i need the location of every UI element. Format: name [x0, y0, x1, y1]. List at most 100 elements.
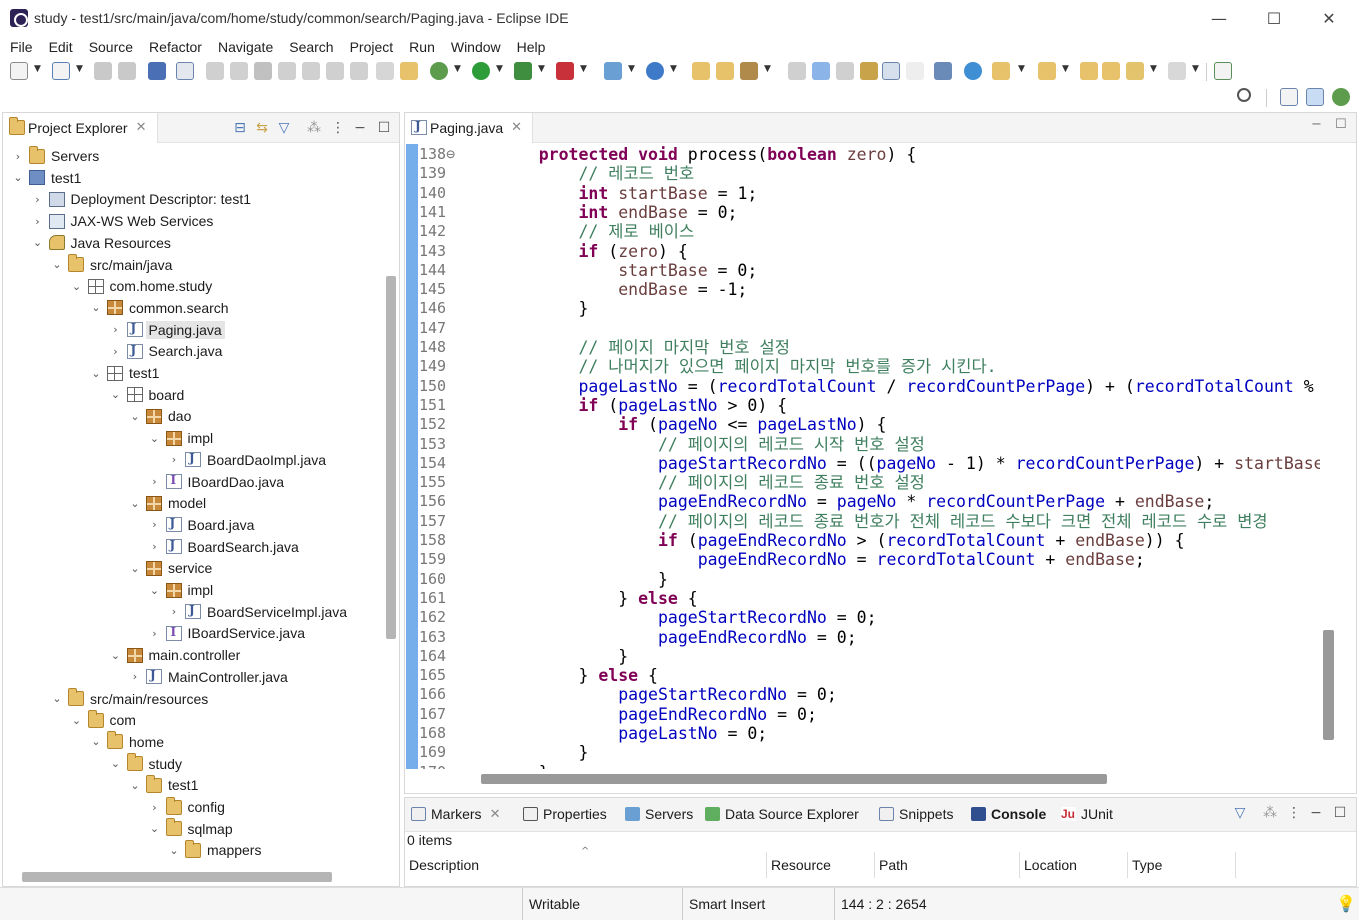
- code-line[interactable]: 157 // 페이지의 레코드 종료 번호가 전체 레코드 수보다 크면 전체 …: [405, 512, 1320, 531]
- tip-lightbulb-icon[interactable]: 💡: [1336, 894, 1356, 913]
- tree-item[interactable]: › Deployment Descriptor: test1: [31, 188, 255, 210]
- chevron-down-icon[interactable]: ⌄: [109, 388, 123, 401]
- code-line[interactable]: 149 // 나머지가 있으면 페이지 마지막 번호를 증가 시킨다.: [405, 357, 1320, 376]
- web-browser-icon[interactable]: [964, 62, 982, 80]
- chevron-down-icon[interactable]: ⌄: [148, 822, 162, 835]
- editor-vertical-scroll-thumb[interactable]: [1323, 630, 1334, 740]
- tree-item[interactable]: › IBoardService.java: [148, 622, 309, 644]
- run-icon[interactable]: [472, 62, 490, 80]
- external-tools-icon[interactable]: [556, 62, 574, 80]
- editor-horizontal-scroll-thumb[interactable]: [481, 774, 1107, 784]
- new-server-icon[interactable]: [604, 62, 622, 80]
- code-line[interactable]: 160 }: [405, 570, 1320, 589]
- tree-item[interactable]: › BoardDaoImpl.java: [167, 449, 329, 471]
- focus-icon[interactable]: ⁂: [305, 119, 323, 137]
- chevron-right-icon[interactable]: ›: [128, 670, 142, 683]
- code-text-area[interactable]: 138⊖ protected void process(boolean zero…: [405, 144, 1320, 769]
- column-type[interactable]: Type: [1128, 852, 1236, 878]
- chevron-down-icon[interactable]: ⌄: [128, 779, 142, 792]
- chevron-down-icon[interactable]: ⌄: [89, 367, 103, 380]
- new-java-class-dropdown-icon[interactable]: ▼: [670, 64, 677, 74]
- tab-junit[interactable]: Ju JUnit: [1061, 806, 1113, 822]
- chevron-right-icon[interactable]: ›: [31, 193, 45, 206]
- tree-item[interactable]: ⌄ Java Resources: [31, 232, 174, 254]
- pin-editor-icon[interactable]: [1214, 62, 1232, 80]
- menu-edit[interactable]: Edit: [49, 39, 73, 55]
- explorer-vertical-scroll-thumb[interactable]: [386, 276, 396, 639]
- code-line[interactable]: 144 startBase = 0;: [405, 261, 1320, 280]
- minimize-view-icon[interactable]: −: [351, 119, 369, 137]
- filter-icon[interactable]: ▽: [275, 119, 293, 137]
- tab-paging-java[interactable]: Paging.java ✕: [405, 112, 534, 143]
- menu-refactor[interactable]: Refactor: [149, 39, 202, 55]
- code-line[interactable]: 168 pageLastNo = 0;: [405, 724, 1320, 743]
- tab-snippets[interactable]: Snippets: [879, 806, 953, 822]
- close-icon[interactable]: ✕: [490, 807, 501, 822]
- tree-item[interactable]: ⌄ src/main/resources: [50, 688, 211, 710]
- chevron-down-icon[interactable]: ⌄: [50, 692, 64, 705]
- annotation-icon[interactable]: [788, 62, 806, 80]
- suspend-icon[interactable]: [230, 62, 248, 80]
- code-line[interactable]: 156 pageEndRecordNo = pageNo * recordCou…: [405, 492, 1320, 511]
- code-line[interactable]: 139 // 레코드 번호: [405, 164, 1320, 183]
- tree-item[interactable]: › Servers: [11, 145, 102, 167]
- code-line[interactable]: 141 int endBase = 0;: [405, 203, 1320, 222]
- forward-dropdown-icon[interactable]: ▼: [1192, 64, 1199, 74]
- forward-icon[interactable]: [1168, 62, 1186, 80]
- search-wand-icon[interactable]: [740, 62, 758, 80]
- tree-item[interactable]: › MainController.java: [128, 666, 291, 688]
- focus-icon[interactable]: ⁂: [1261, 804, 1279, 822]
- tree-item[interactable]: ⌄ common.search: [89, 297, 232, 319]
- chevron-down-icon[interactable]: ⌄: [128, 562, 142, 575]
- explorer-horizontal-scroll-thumb[interactable]: [22, 872, 332, 882]
- code-line[interactable]: 153 // 페이지의 레코드 시작 번호 설정: [405, 435, 1320, 454]
- mark-occurrences-icon[interactable]: [836, 62, 854, 80]
- tab-servers[interactable]: Servers: [625, 806, 693, 822]
- save-all-icon[interactable]: [118, 62, 136, 80]
- back-icon[interactable]: [1126, 62, 1144, 80]
- new-file-icon[interactable]: [52, 62, 70, 80]
- tree-item[interactable]: ⌄ service: [128, 557, 215, 579]
- code-line[interactable]: 143 if (zero) {: [405, 242, 1320, 261]
- code-line[interactable]: 152 if (pageNo <= pageLastNo) {: [405, 415, 1320, 434]
- tree-item[interactable]: › Board.java: [148, 514, 258, 536]
- tree-item[interactable]: ⌄ mappers: [167, 839, 264, 861]
- code-line[interactable]: 162 pageStartRecordNo = 0;: [405, 608, 1320, 627]
- maximize-view-icon[interactable]: ☐: [1331, 804, 1349, 822]
- new-server-dropdown-icon[interactable]: ▼: [628, 64, 635, 74]
- previous-edit-dropdown-icon[interactable]: ▼: [1062, 64, 1069, 74]
- column-location[interactable]: Location: [1020, 852, 1128, 878]
- resume-icon[interactable]: [206, 62, 224, 80]
- debug-icon[interactable]: [430, 62, 448, 80]
- code-line[interactable]: 150 pageLastNo = (recordTotalCount / rec…: [405, 377, 1320, 396]
- maximize-button[interactable]: ☐: [1251, 4, 1297, 32]
- java-ee-perspective-icon[interactable]: [1306, 88, 1324, 106]
- chevron-right-icon[interactable]: ›: [11, 150, 25, 163]
- run-dropdown-icon[interactable]: ▼: [496, 64, 503, 74]
- search-dropdown-icon[interactable]: ▼: [764, 64, 771, 74]
- tab-properties[interactable]: Properties: [523, 806, 607, 822]
- highlight-icon[interactable]: [812, 62, 830, 80]
- menu-navigate[interactable]: Navigate: [218, 39, 273, 55]
- chevron-down-icon[interactable]: ⌄: [128, 410, 142, 423]
- tree-item[interactable]: ⌄ test1: [128, 774, 201, 796]
- link-with-editor-icon[interactable]: ⇆: [253, 119, 271, 137]
- tree-item[interactable]: ⌄ test1: [89, 362, 162, 384]
- menu-help[interactable]: Help: [517, 39, 546, 55]
- tree-item[interactable]: ⌄ model: [128, 492, 209, 514]
- tree-item[interactable]: ⌄ study: [109, 753, 185, 775]
- chevron-down-icon[interactable]: ⌄: [167, 844, 181, 857]
- menu-run[interactable]: Run: [409, 39, 435, 55]
- code-line[interactable]: 167 pageEndRecordNo = 0;: [405, 705, 1320, 724]
- debug-dropdown-icon[interactable]: ▼: [454, 64, 461, 74]
- tree-item[interactable]: ⌄ board: [109, 384, 188, 406]
- code-line[interactable]: 163 pageEndRecordNo = 0;: [405, 628, 1320, 647]
- new-icon[interactable]: [10, 62, 28, 80]
- tree-item[interactable]: ⌄ test1: [11, 167, 84, 189]
- chevron-down-icon[interactable]: ⌄: [148, 432, 162, 445]
- menu-project[interactable]: Project: [350, 39, 394, 55]
- chevron-right-icon[interactable]: ›: [31, 215, 45, 228]
- code-line[interactable]: 159 pageEndRecordNo = recordTotalCount +…: [405, 550, 1320, 569]
- terminate-icon[interactable]: [254, 62, 272, 80]
- chevron-right-icon[interactable]: ›: [109, 323, 123, 336]
